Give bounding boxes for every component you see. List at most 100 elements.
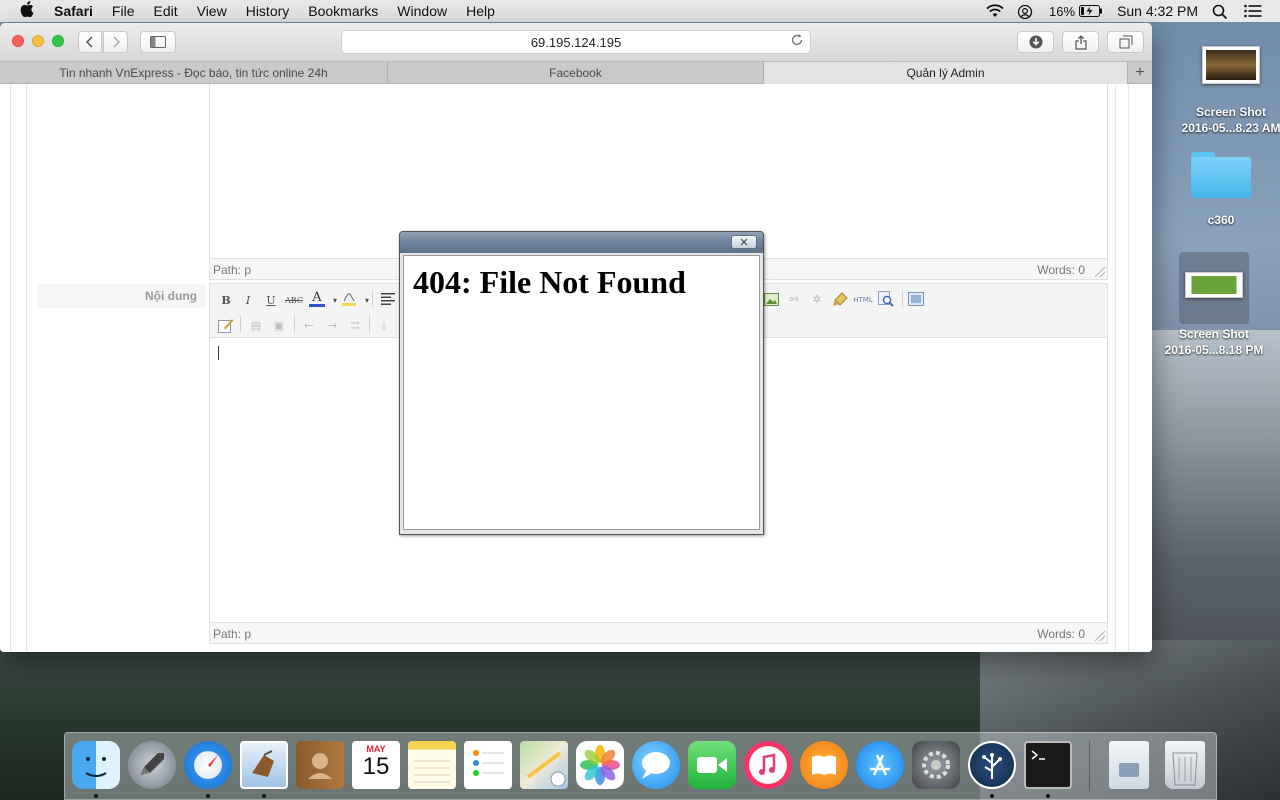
- menu-app-name[interactable]: Safari: [54, 3, 93, 19]
- system-preferences-icon[interactable]: [912, 741, 960, 789]
- facetime-icon[interactable]: [688, 741, 736, 789]
- photos-icon[interactable]: [576, 741, 624, 789]
- safari-icon[interactable]: [184, 741, 232, 789]
- minimize-window-button[interactable]: [32, 35, 44, 47]
- content-field-label: Nội dung: [38, 284, 205, 308]
- desktop-item-label: Screen Shot: [1178, 327, 1250, 341]
- font-color-button[interactable]: A: [309, 290, 325, 307]
- editor-top-path[interactable]: Path: p: [213, 263, 251, 277]
- editor-bottom-statusbar: Path: p Words: 0: [209, 622, 1108, 644]
- editor-bottom-path[interactable]: Path: p: [213, 627, 251, 641]
- desktop-item-label: c360: [1207, 213, 1235, 227]
- toolbar-separator: [294, 316, 295, 332]
- align-left-icon[interactable]: [380, 291, 396, 307]
- menu-edit[interactable]: Edit: [153, 3, 177, 19]
- menu-file[interactable]: File: [112, 3, 135, 19]
- anchor-icon[interactable]: ✲: [809, 291, 825, 307]
- menu-view[interactable]: View: [197, 3, 227, 19]
- notes-icon[interactable]: [408, 741, 456, 789]
- popup-title-bar[interactable]: ✕: [400, 232, 763, 253]
- itunes-icon[interactable]: [744, 741, 792, 789]
- battery-percent[interactable]: 16%: [1049, 4, 1075, 19]
- sidebar-toggle-button[interactable]: [140, 31, 176, 53]
- new-tab-button[interactable]: +: [1128, 62, 1152, 83]
- contacts-icon[interactable]: [296, 741, 344, 789]
- subscript-icon[interactable]: ⇣: [376, 317, 392, 333]
- bold-button[interactable]: B: [218, 292, 234, 308]
- popup-close-button[interactable]: ✕: [731, 235, 757, 249]
- desktop-item-sublabel: 2016-05...8.23 AM: [1181, 121, 1280, 135]
- menu-bookmarks[interactable]: Bookmarks: [308, 3, 378, 19]
- chevron-right-icon: [112, 36, 120, 48]
- tab-vnexpress[interactable]: Tin nhanh VnExpress - Đọc báo, tin tức o…: [0, 62, 388, 84]
- download-icon: [1029, 35, 1042, 49]
- notification-center-icon[interactable]: [1244, 4, 1262, 18]
- edit-css-icon[interactable]: [218, 317, 234, 333]
- reload-icon[interactable]: [790, 33, 804, 50]
- html-source-button[interactable]: HTML: [852, 292, 874, 308]
- resize-grip-icon[interactable]: [1095, 631, 1105, 641]
- highlight-color-icon[interactable]: [341, 291, 357, 307]
- close-window-button[interactable]: [12, 35, 24, 47]
- sidebar-icon: [150, 36, 166, 48]
- wifi-icon[interactable]: [985, 4, 1004, 18]
- resize-grip-icon[interactable]: [1095, 267, 1105, 277]
- popup-body: 404: File Not Found: [403, 255, 760, 530]
- chevron-left-icon: [85, 36, 93, 48]
- terminal-icon[interactable]: [1024, 741, 1072, 789]
- apple-menu-icon[interactable]: [20, 1, 38, 21]
- status-menu-icon[interactable]: [1017, 4, 1035, 20]
- running-indicator: [206, 794, 210, 798]
- share-button[interactable]: [1062, 31, 1099, 53]
- ibooks-icon[interactable]: [800, 741, 848, 789]
- menu-history[interactable]: History: [246, 3, 290, 19]
- indent-icon[interactable]: ⇥: [324, 317, 340, 333]
- desktop-folder-c360[interactable]: c360: [1161, 150, 1280, 228]
- split-cells-icon[interactable]: ⇉: [347, 317, 363, 333]
- underline-button[interactable]: U: [263, 292, 279, 308]
- menu-window[interactable]: Window: [397, 3, 447, 19]
- preview-icon[interactable]: [878, 291, 894, 307]
- trash-icon[interactable]: [1165, 741, 1205, 789]
- back-button[interactable]: [78, 31, 102, 53]
- link-icon[interactable]: ⚯: [786, 291, 802, 307]
- tabs-overview-icon: [1119, 35, 1132, 49]
- running-indicator: [262, 794, 266, 798]
- finder-icon[interactable]: [72, 741, 120, 789]
- fullscreen-editor-icon[interactable]: [908, 291, 924, 307]
- mail-icon[interactable]: [240, 741, 288, 789]
- sourcetree-icon[interactable]: [968, 741, 1016, 789]
- menu-help[interactable]: Help: [466, 3, 495, 19]
- tab-admin[interactable]: Quản lý Admin: [764, 62, 1128, 84]
- spotlight-search-icon[interactable]: [1212, 4, 1230, 20]
- battery-charging-icon[interactable]: [1079, 4, 1103, 18]
- italic-button[interactable]: I: [240, 292, 256, 308]
- forward-button[interactable]: [103, 31, 128, 53]
- tab-bar: Tin nhanh VnExpress - Đọc báo, tin tức o…: [0, 61, 1152, 84]
- table-props-icon[interactable]: ▣: [271, 317, 287, 333]
- cleanup-icon[interactable]: [832, 291, 848, 307]
- show-all-tabs-button[interactable]: [1107, 31, 1144, 53]
- dock: MAY 15: [64, 732, 1217, 800]
- tab-facebook[interactable]: Facebook: [388, 62, 764, 84]
- fullscreen-window-button[interactable]: [52, 35, 64, 47]
- insert-row-icon[interactable]: ▤: [248, 317, 264, 333]
- strikethrough-button[interactable]: ABC: [285, 292, 303, 308]
- launchpad-icon[interactable]: [128, 741, 176, 789]
- page-border-right: [1115, 84, 1129, 652]
- app-store-icon[interactable]: [856, 741, 904, 789]
- address-bar[interactable]: 69.195.124.195: [341, 30, 811, 54]
- reminders-icon[interactable]: [464, 741, 512, 789]
- messages-icon[interactable]: [632, 741, 680, 789]
- calendar-icon[interactable]: MAY 15: [352, 741, 400, 789]
- outdent-icon[interactable]: ⇤: [301, 317, 317, 333]
- screenshot-icon: [1202, 46, 1260, 84]
- desktop-screenshot-2[interactable]: Screen Shot 2016-05...8.18 PM: [1154, 252, 1274, 358]
- desktop-screenshot-1[interactable]: Screen Shot 2016-05...8.23 AM: [1171, 46, 1280, 136]
- maps-icon[interactable]: [520, 741, 568, 789]
- downloads-stack-icon[interactable]: [1109, 741, 1149, 789]
- clock[interactable]: Sun 4:32 PM: [1117, 3, 1198, 19]
- toolbar-separator: [240, 316, 241, 332]
- downloads-button[interactable]: [1017, 31, 1054, 53]
- insert-image-icon[interactable]: [763, 291, 779, 307]
